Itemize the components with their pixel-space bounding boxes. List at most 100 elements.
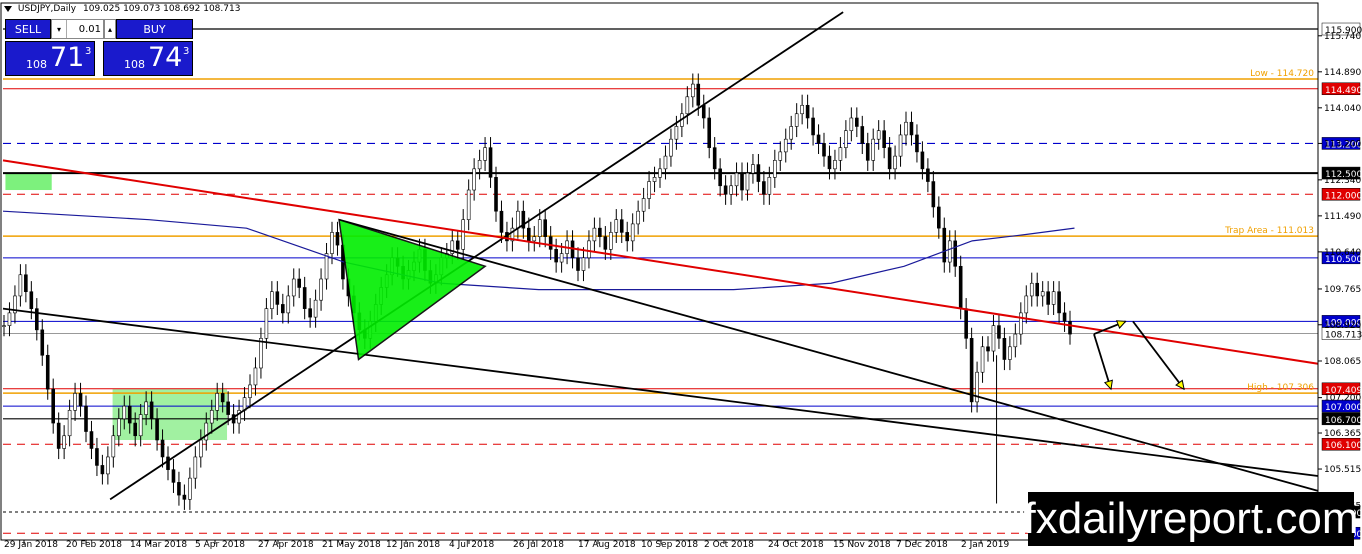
forecast-arrowhead	[1103, 379, 1113, 391]
candle-body	[581, 257, 586, 271]
price-level-label: 107.000	[1325, 403, 1362, 413]
y-tick-label: 105.515	[1324, 465, 1361, 475]
sell-button[interactable]: SELL	[5, 19, 51, 39]
brand-watermark: fxdailyreport.com	[1024, 492, 1359, 546]
candle-body	[882, 130, 886, 148]
y-tick-label: 106.365	[1324, 429, 1361, 439]
candle-body	[554, 249, 558, 263]
candle-body	[762, 181, 766, 195]
orange-level-label: Trap Area - 111.013	[1224, 226, 1314, 236]
candle-body	[35, 308, 39, 331]
candle-body	[144, 401, 148, 415]
candle-body	[516, 210, 520, 229]
candle-body	[313, 299, 318, 318]
candle-body	[751, 164, 755, 174]
candle-body	[45, 354, 50, 390]
candle-body	[931, 181, 936, 208]
chart-header: USDJPY,Daily 109.025 109.073 108.692 108…	[4, 4, 240, 14]
candle-body	[324, 253, 329, 280]
candle-body	[893, 155, 897, 170]
candle-body	[685, 96, 690, 115]
candle-body	[281, 304, 285, 314]
candle-body	[461, 219, 466, 250]
candle-body	[844, 130, 848, 148]
candle-body	[915, 134, 919, 153]
symbol-dropdown-icon[interactable]	[4, 5, 12, 12]
candle-body	[248, 384, 252, 398]
candle-body	[18, 274, 23, 297]
candle-body	[62, 435, 66, 449]
candle-body	[106, 456, 110, 475]
candle-body	[494, 177, 498, 212]
price-chart[interactable]: Low - 114.720 Trap Area - 111.013 High - 1…	[0, 0, 1362, 554]
candle-body	[887, 147, 892, 170]
candle-body	[822, 143, 826, 157]
candle-body	[587, 240, 591, 259]
candle-body	[24, 274, 28, 293]
bid-quote[interactable]: 108 71 3	[5, 41, 95, 76]
y-tick-label: 112.340	[1324, 176, 1361, 186]
candle-body	[1035, 282, 1040, 297]
candle-body	[100, 465, 105, 475]
y-tick-label: 111.490	[1324, 212, 1361, 222]
candle-body	[871, 138, 876, 161]
y-tick-label: 108.065	[1324, 357, 1361, 367]
forecast-arrow	[1093, 333, 1112, 390]
lot-decrease-icon[interactable]: ▾	[52, 20, 67, 38]
candle-body	[603, 236, 608, 250]
candle-body	[926, 168, 930, 182]
lot-increase-icon[interactable]: ▴	[104, 19, 116, 39]
black-trend-line	[338, 218, 1319, 492]
candle-body	[2, 325, 6, 327]
candle-body	[226, 401, 230, 415]
candle-body	[111, 435, 116, 458]
candle-body	[1019, 312, 1023, 335]
candle-body	[1057, 291, 1061, 314]
candle-body	[455, 240, 460, 250]
candle-body	[958, 265, 963, 309]
candle-body	[964, 308, 968, 339]
candle-body	[543, 219, 548, 237]
candle-body	[652, 177, 657, 182]
buy-button[interactable]: BUY	[116, 19, 193, 39]
x-tick-label: 4 Jul 2018	[449, 540, 494, 550]
candle-body	[778, 151, 783, 161]
candle-body	[1029, 282, 1034, 297]
x-tick-label: 17 Aug 2018	[578, 540, 636, 550]
lot-size-input[interactable]	[67, 23, 101, 35]
one-click-trading-panel: SELL ▾ ▴ BUY 108 71 3 108 74 3	[5, 19, 193, 76]
candle-body	[483, 147, 487, 161]
forecast-arrowhead	[1115, 320, 1127, 329]
candle-body	[691, 83, 695, 98]
candle-body	[548, 236, 553, 250]
candle-body	[215, 393, 220, 411]
x-tick-label: 29 Jan 2018	[4, 540, 58, 550]
candle-body	[953, 240, 958, 267]
candle-body	[330, 232, 334, 254]
candle-body	[800, 104, 804, 115]
candle-body	[756, 164, 761, 182]
candle-body	[1046, 291, 1050, 305]
candle-body	[67, 410, 72, 437]
candle-body	[576, 257, 580, 271]
candle-body	[209, 410, 214, 424]
candle-body	[1051, 291, 1056, 305]
candle-body	[297, 278, 302, 288]
candle-body	[204, 422, 209, 441]
candle-body	[849, 117, 854, 132]
x-tick-label: 10 Sep 2018	[641, 540, 698, 550]
candle-body	[73, 393, 77, 411]
black-trend-line	[109, 11, 844, 501]
candle-body	[838, 147, 843, 161]
candle-body	[805, 104, 810, 119]
candle-body	[969, 338, 974, 403]
candle-body	[7, 312, 12, 326]
candle-body	[155, 418, 159, 441]
candle-body	[598, 227, 602, 237]
candle-body	[308, 308, 312, 318]
candle-body	[56, 422, 61, 449]
candle-body	[860, 126, 865, 144]
lot-size-box: ▾	[51, 19, 104, 39]
candle-body	[264, 308, 269, 339]
ask-quote[interactable]: 108 74 3	[103, 41, 193, 76]
